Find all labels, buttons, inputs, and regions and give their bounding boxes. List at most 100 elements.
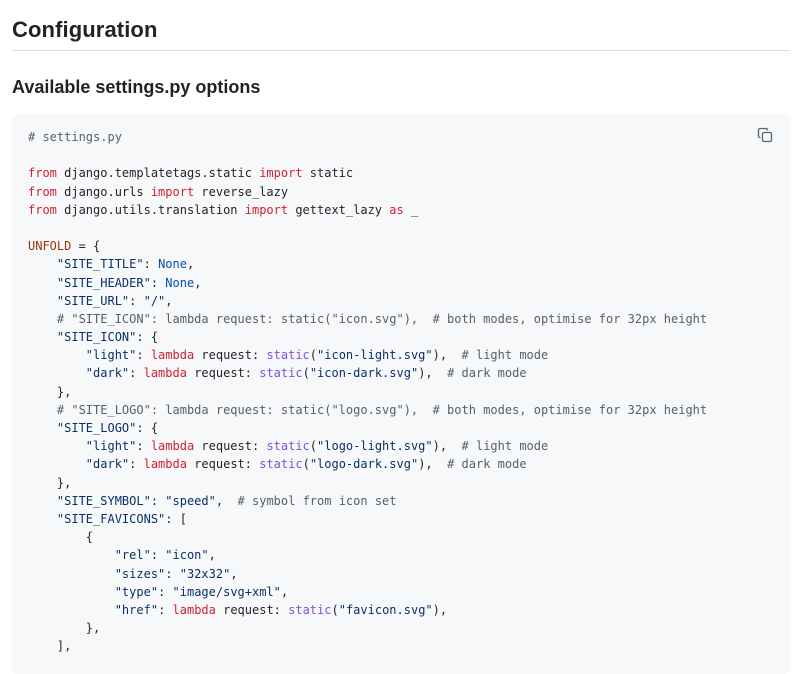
code-token: # symbol from icon set xyxy=(237,493,397,508)
code-token: "icon-light.svg" xyxy=(317,348,433,363)
code-token: : xyxy=(136,348,151,363)
code-token: request: xyxy=(194,348,267,363)
code-token: : xyxy=(150,275,166,290)
title-divider xyxy=(12,50,790,51)
code-token: , xyxy=(194,275,202,290)
code-token: : xyxy=(150,548,166,563)
code-token: # light mode xyxy=(461,348,549,363)
code-token: { xyxy=(28,530,94,545)
code-token: UNFOLD xyxy=(28,239,72,254)
subsection-title: Available settings.py options xyxy=(12,77,261,97)
code-token: static xyxy=(259,366,303,381)
code-token: static xyxy=(288,602,332,617)
code-token: # dark mode xyxy=(447,457,527,472)
code-line: "SITE_SYMBOL": "speed", # symbol from ic… xyxy=(28,492,707,510)
code-line: }, xyxy=(28,383,707,401)
code-line: from django.urls import reverse_lazy xyxy=(28,183,707,201)
code-token: }, xyxy=(28,475,72,490)
code-token: "image/svg+xml" xyxy=(172,584,281,599)
code-token: request: xyxy=(215,602,289,617)
code-line: "rel": "icon", xyxy=(28,546,707,564)
code-token: lambda xyxy=(150,439,195,454)
code-token: "sizes" xyxy=(114,566,166,581)
code-token: "logo-light.svg" xyxy=(317,439,433,454)
code-token: ), xyxy=(418,366,448,381)
code-token: , xyxy=(165,293,173,308)
code-token: request: xyxy=(194,439,267,454)
code-line: "SITE_URL": "/", xyxy=(28,292,707,310)
code-token: "SITE_SYMBOL" xyxy=(56,493,151,508)
code-token: "dark" xyxy=(85,366,130,381)
code-line: ], xyxy=(28,637,707,655)
code-line: "dark": lambda request: static("icon-dar… xyxy=(28,364,707,382)
copy-button[interactable] xyxy=(754,124,776,146)
code-token: : xyxy=(129,366,144,381)
code-token: _ xyxy=(403,202,419,217)
section-title: Configuration xyxy=(12,17,158,42)
code-line: "light": lambda request: static("icon-li… xyxy=(28,346,707,364)
code-line: "light": lambda request: static("logo-li… xyxy=(28,437,707,455)
code-token: "type" xyxy=(114,584,159,599)
code-line: from django.templatetags.static import s… xyxy=(28,164,707,182)
code-line: "type": "image/svg+xml", xyxy=(28,583,707,601)
code-token: : xyxy=(136,439,151,454)
code-token: static xyxy=(266,348,310,363)
code-line: "SITE_FAVICONS": [ xyxy=(28,510,707,528)
code-line: "dark": lambda request: static("logo-dar… xyxy=(28,455,707,473)
code-token: "SITE_URL" xyxy=(56,293,130,308)
code-token: lambda xyxy=(150,348,195,363)
code-token: , xyxy=(186,257,195,272)
code-token: = { xyxy=(71,239,101,254)
code-token: import xyxy=(150,184,195,199)
code-line: { xyxy=(28,528,707,546)
code-token: # dark mode xyxy=(447,366,527,381)
code-token: lambda xyxy=(143,366,187,381)
code-token: , xyxy=(280,584,289,599)
code-token: "favicon.svg" xyxy=(338,602,433,617)
code-token: "SITE_HEADER" xyxy=(56,275,151,290)
code-token: None xyxy=(165,275,195,290)
code-token: # settings.py xyxy=(28,130,122,144)
code-token: from xyxy=(28,166,57,181)
code-line: from django.utils.translation import get… xyxy=(28,201,707,219)
code-token: "dark" xyxy=(85,457,130,472)
code-token: }, xyxy=(28,621,101,636)
code-line: }, xyxy=(28,474,707,492)
code-token: "light" xyxy=(85,439,137,454)
code-token: "SITE_FAVICONS" xyxy=(56,511,166,526)
code-token: import xyxy=(259,166,303,181)
code-token: : xyxy=(158,602,173,617)
code-token: # "SITE_LOGO": lambda request: static("l… xyxy=(56,402,708,417)
code-token: }, xyxy=(28,384,72,399)
code-token: : xyxy=(129,293,144,308)
code-token: "SITE_ICON" xyxy=(56,330,137,345)
code-token: django.utils.translation xyxy=(56,202,245,217)
code-token: from xyxy=(28,184,57,199)
code-token: request: xyxy=(186,366,260,381)
code-token: ], xyxy=(28,639,72,654)
code-token: : xyxy=(143,257,159,272)
code-token: : [ xyxy=(165,511,187,526)
code-line: UNFOLD = { xyxy=(28,237,707,255)
code-token: request: xyxy=(186,457,260,472)
copy-icon xyxy=(757,127,773,143)
code-token: as xyxy=(389,202,404,217)
code-content: # settings.py from django.templatetags.s… xyxy=(28,128,707,655)
code-line: "SITE_TITLE": None, xyxy=(28,255,707,273)
code-token: : { xyxy=(136,421,159,435)
code-token: "SITE_LOGO" xyxy=(56,421,137,435)
